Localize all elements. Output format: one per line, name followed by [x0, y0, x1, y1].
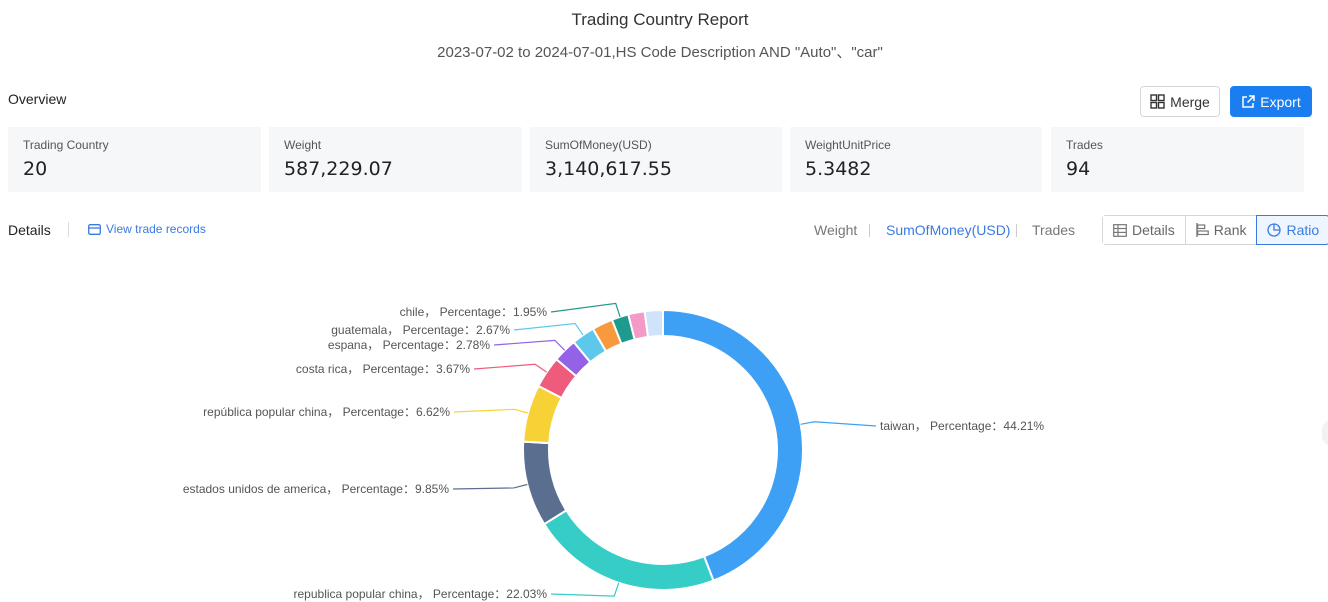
label-leader-line	[550, 302, 621, 317]
donut-slice[interactable]	[542, 508, 715, 591]
stat-label: Trading Country	[23, 138, 109, 152]
stat-card-sum-of-money: SumOfMoney(USD) 3,140,617.55	[530, 127, 782, 192]
export-button[interactable]: Export	[1230, 86, 1312, 117]
metric-tab-sum-of-money[interactable]: SumOfMoney(USD)	[886, 222, 1010, 238]
view-switcher: Details Rank Ratio	[1102, 215, 1328, 245]
donut-slice[interactable]	[522, 440, 568, 526]
donut-slice[interactable]	[554, 340, 592, 378]
stat-label: Weight	[284, 138, 322, 152]
stat-label: SumOfMoney(USD)	[545, 138, 652, 152]
stat-value: 94	[1066, 158, 1091, 180]
report-subtitle: 2023-07-02 to 2024-07-01,HS Code Descrip…	[437, 44, 883, 61]
label-leader-line	[550, 582, 620, 597]
slice-label: guatemala， Percentage：2.67%	[331, 323, 510, 337]
overview-label: Overview	[8, 91, 67, 107]
merge-label: Merge	[1170, 93, 1210, 110]
slice-label: republica popular china， Percentage：22.0…	[294, 587, 548, 601]
label-leader-line	[452, 483, 528, 490]
side-handle[interactable]	[1322, 420, 1328, 446]
stat-value: 5.3482	[805, 158, 872, 180]
stat-label: Trades	[1066, 138, 1103, 152]
donut-slice[interactable]	[627, 310, 650, 341]
table-icon	[1113, 223, 1127, 237]
slice-label: espana， Percentage：2.78%	[328, 338, 490, 352]
metric-tab-trades[interactable]: Trades	[1032, 222, 1075, 238]
stat-card-trading-country: Trading Country 20	[8, 127, 261, 192]
slice-label: chile， Percentage：1.95%	[400, 305, 548, 319]
donut-slice[interactable]	[572, 327, 608, 364]
donut-slice[interactable]	[537, 357, 578, 400]
slice-label: costa rica， Percentage：3.67%	[296, 362, 470, 376]
rank-bars-icon	[1196, 223, 1209, 237]
stat-value: 3,140,617.55	[545, 158, 672, 180]
label-leader-line	[513, 322, 584, 336]
view-trade-records-link[interactable]: View trade records	[88, 222, 206, 236]
ratio-donut-chart: taiwan， Percentage：44.21% republica popul…	[183, 302, 1044, 601]
export-label: Export	[1260, 93, 1301, 110]
slice-label: república popular china， Percentage：6.62…	[203, 405, 450, 419]
view-rank-label: Rank	[1213, 222, 1247, 238]
label-leader-line	[800, 421, 877, 427]
view-ratio-button[interactable]: Ratio	[1256, 215, 1328, 245]
label-leader-line	[493, 339, 566, 351]
view-details-label: Details	[1132, 222, 1175, 238]
merge-button[interactable]: Merge	[1140, 86, 1220, 117]
label-leader-line	[473, 363, 548, 373]
merge-icon	[1150, 94, 1165, 109]
view-trade-records-label: View trade records	[106, 222, 206, 236]
details-label: Details	[8, 222, 51, 238]
stat-card-weight: Weight 587,229.07	[269, 127, 522, 192]
metric-tab-weight[interactable]: Weight	[814, 222, 857, 238]
stat-label: WeightUnitPrice	[805, 138, 891, 152]
stat-value: 20	[23, 158, 48, 180]
stat-value: 587,229.07	[284, 158, 393, 180]
view-rank-button[interactable]: Rank	[1185, 216, 1258, 244]
divider	[1016, 224, 1017, 237]
donut-slice[interactable]	[522, 384, 563, 445]
stat-card-trades: Trades 94	[1051, 127, 1304, 192]
report-title: Trading Country Report	[571, 10, 749, 29]
pie-chart-icon	[1267, 223, 1282, 237]
export-icon	[1242, 94, 1256, 108]
view-ratio-label: Ratio	[1286, 222, 1320, 238]
divider	[869, 224, 870, 237]
donut-slice[interactable]	[662, 308, 804, 582]
donut-slice[interactable]	[591, 318, 623, 353]
donut-slice[interactable]	[610, 313, 636, 346]
divider	[68, 222, 69, 237]
donut-slice[interactable]	[643, 308, 664, 339]
card-icon	[88, 223, 101, 235]
view-details-button[interactable]: Details	[1103, 216, 1186, 244]
slice-label: estados unidos de america， Percentage：9.…	[183, 482, 449, 496]
stat-card-weight-unit-price: WeightUnitPrice 5.3482	[790, 127, 1042, 192]
label-leader-line	[453, 408, 529, 414]
slice-label: taiwan， Percentage：44.21%	[880, 419, 1044, 433]
